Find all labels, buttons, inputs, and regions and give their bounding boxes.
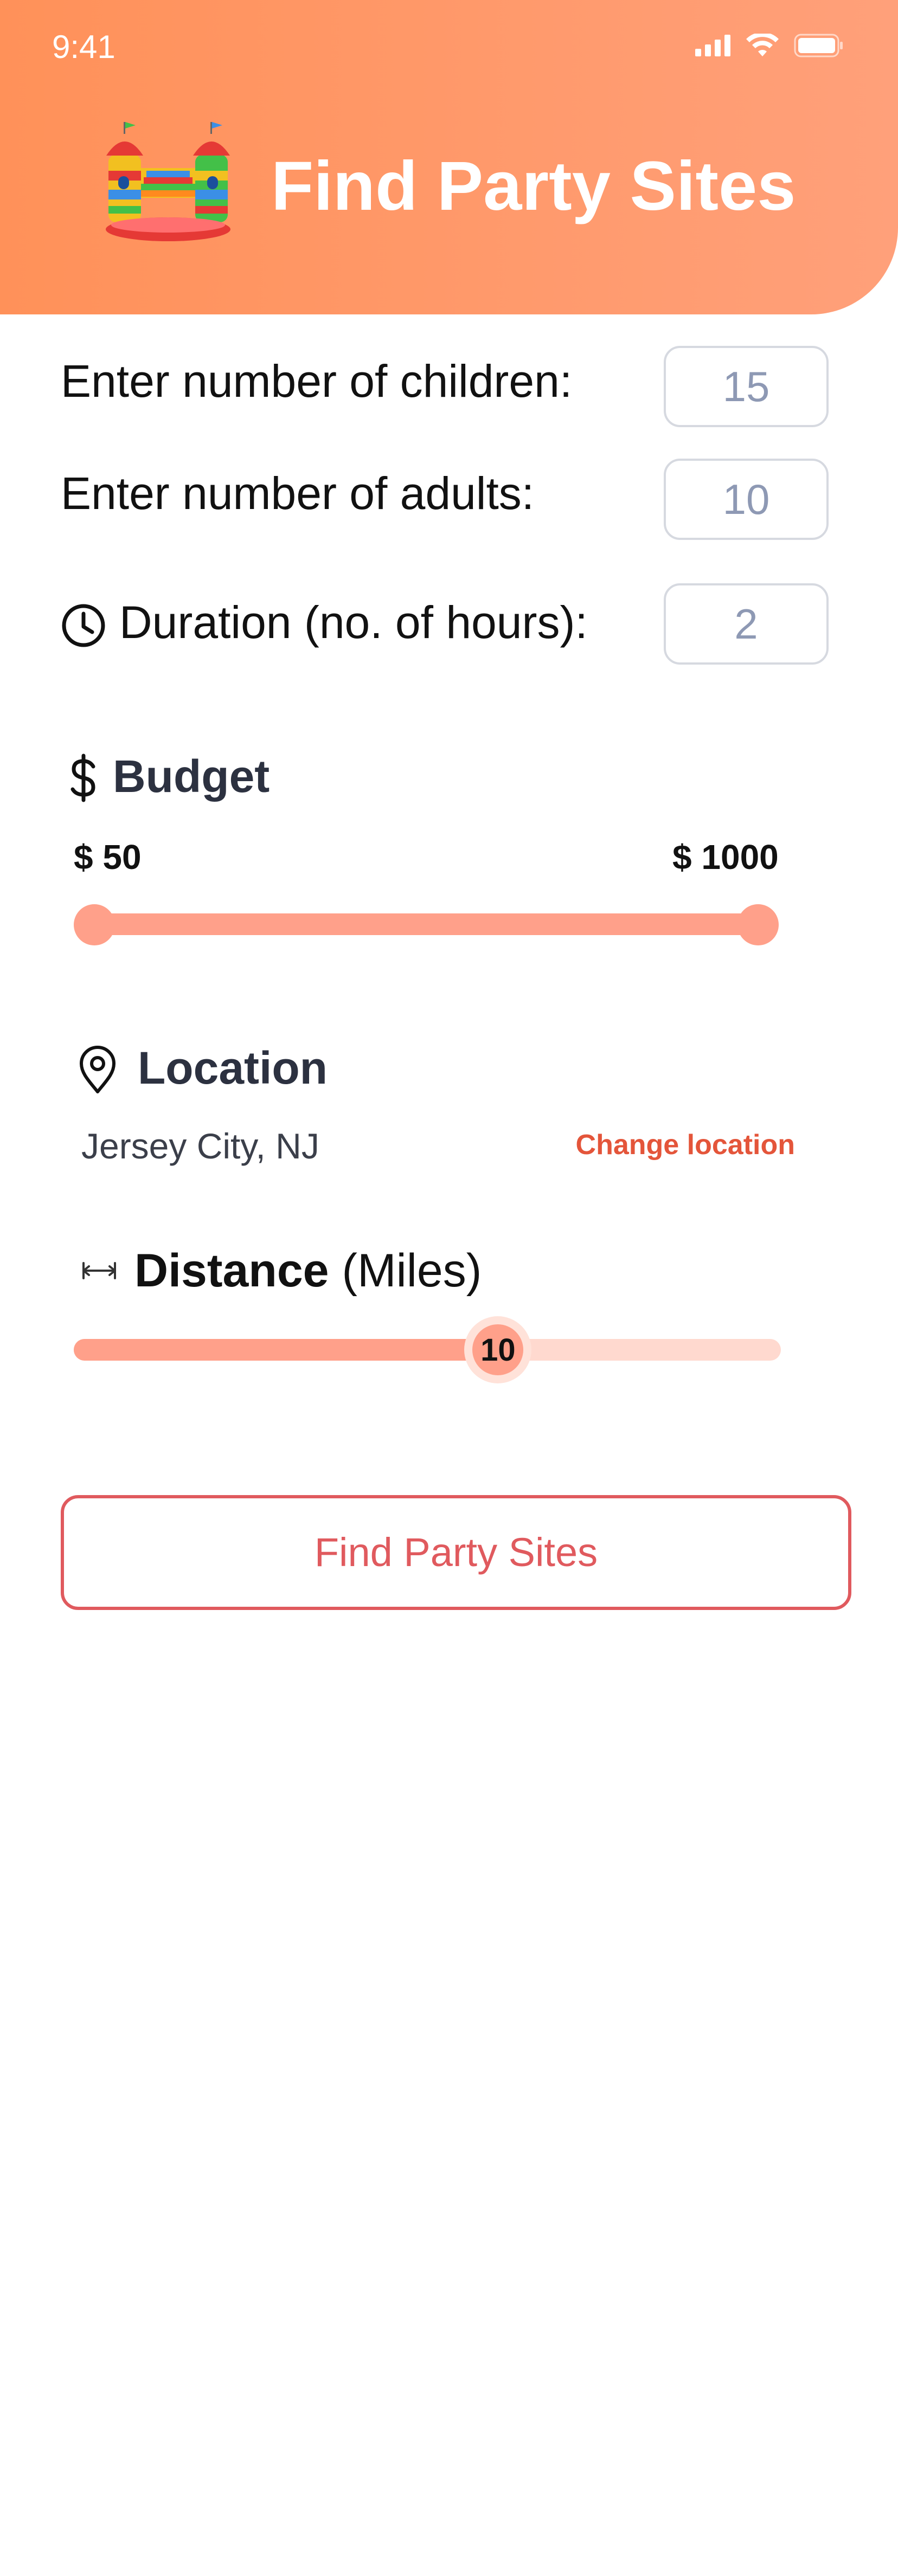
page-title: Find Party Sites xyxy=(271,147,796,225)
location-pin-icon xyxy=(80,1046,116,1093)
distance-slider-fill xyxy=(74,1339,498,1361)
bouncy-castle-logo-icon xyxy=(106,122,230,241)
duration-label: Duration (no. of hours): xyxy=(119,597,588,648)
status-icons xyxy=(695,34,844,57)
budget-max-label: $ 1000 xyxy=(672,838,779,877)
budget-min-label: $ 50 xyxy=(74,838,142,877)
cellular-signal-icon xyxy=(695,35,730,56)
find-party-sites-button[interactable]: Find Party Sites xyxy=(61,1495,851,1610)
status-time: 9:41 xyxy=(52,29,116,65)
dollar-icon xyxy=(70,754,95,802)
duration-input[interactable] xyxy=(664,583,829,665)
distance-unit: (Miles) xyxy=(342,1245,482,1297)
header-banner: 9:41 Find Party Sites xyxy=(0,0,898,314)
budget-max-handle[interactable] xyxy=(737,904,779,945)
distance-handle[interactable]: 10 xyxy=(464,1316,532,1383)
battery-icon xyxy=(794,34,843,57)
wifi-icon xyxy=(746,34,779,56)
children-label: Enter number of children: xyxy=(61,356,573,407)
distance-title-text: Distance xyxy=(134,1245,329,1297)
distance-title: Distance (Miles) xyxy=(134,1244,482,1298)
budget-min-handle[interactable] xyxy=(74,904,115,945)
budget-slider-track[interactable] xyxy=(94,913,758,935)
clock-icon xyxy=(62,604,105,647)
children-input[interactable] xyxy=(664,346,829,427)
change-location-link[interactable]: Change location xyxy=(576,1129,795,1161)
location-value: Jersey City, NJ xyxy=(81,1126,319,1166)
adults-label: Enter number of adults: xyxy=(61,468,535,519)
distance-value: 10 xyxy=(472,1324,524,1375)
adults-input[interactable] xyxy=(664,459,829,540)
budget-title: Budget xyxy=(113,751,270,802)
location-title: Location xyxy=(138,1042,328,1093)
distance-ruler-icon xyxy=(82,1262,116,1279)
